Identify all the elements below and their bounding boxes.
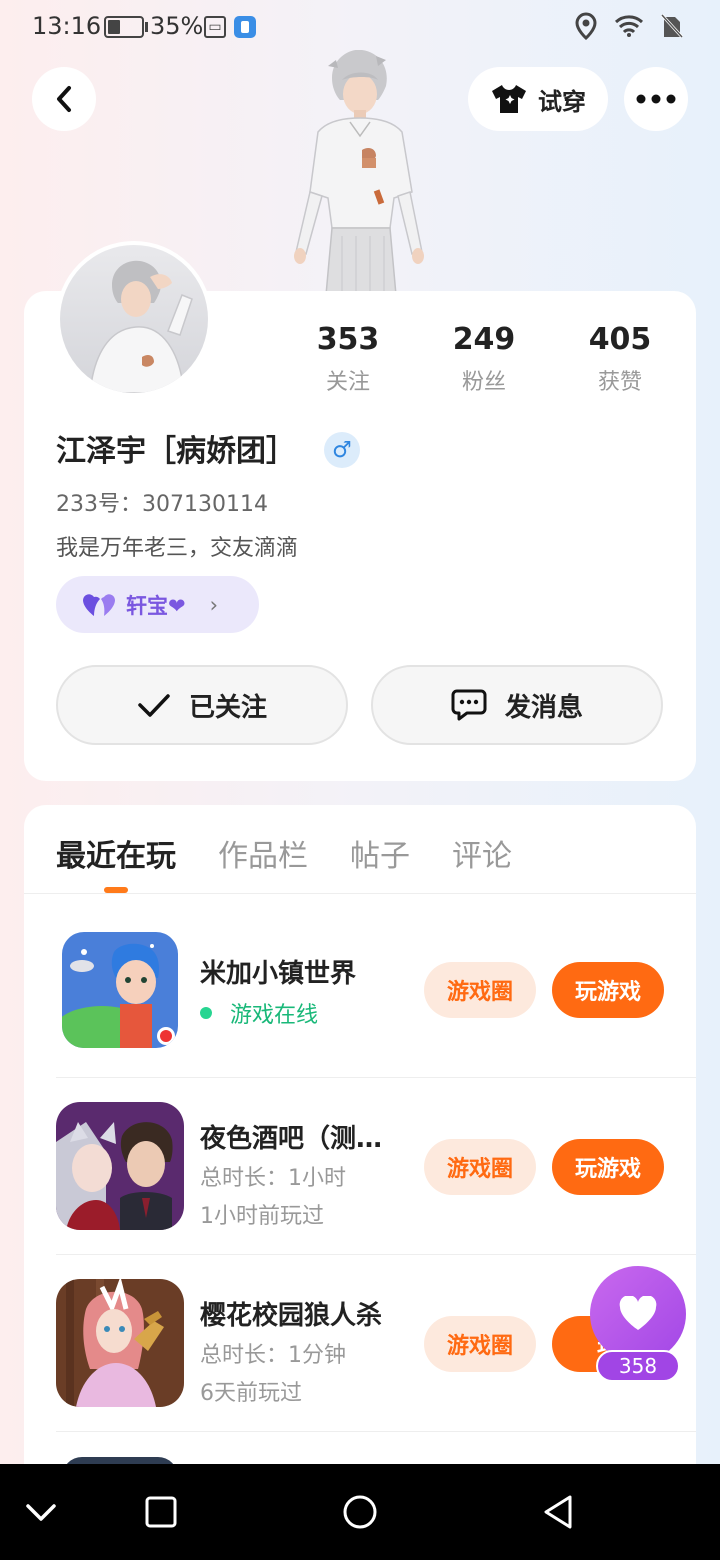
cp-relationship-pill[interactable]: 轩宝❤ › (56, 576, 259, 633)
send-message-label: 发消息 (504, 692, 583, 723)
avatar-character-figure[interactable] (280, 50, 440, 295)
stat-label: 粉丝 (461, 370, 506, 395)
back-button[interactable] (32, 67, 96, 131)
back-triangle-icon[interactable] (540, 1492, 576, 1532)
battery-nub (145, 22, 148, 32)
last-played: 1小时前玩过 (200, 1204, 324, 1229)
game-circle-button[interactable]: 游戏圈 (424, 1139, 536, 1195)
battery-percent: 35% (150, 12, 204, 40)
online-status-text: 游戏在线 (230, 1003, 319, 1028)
game-title: 米加小镇世界 (200, 959, 357, 989)
stat-label: 关注 (325, 370, 370, 395)
user-id[interactable]: 233号：307130114 (56, 486, 268, 518)
online-status: 游戏在线 (200, 997, 318, 1029)
game-circle-button[interactable]: 游戏圈 (424, 962, 536, 1018)
more-dots-icon (636, 94, 676, 104)
game-circle-button[interactable]: 游戏圈 (424, 1316, 536, 1372)
status-bar: 13:16 35% ▭ (0, 0, 720, 56)
list-item[interactable]: 米加小镇世界 游戏在线 游戏圈 玩游戏 (56, 901, 696, 1078)
tab-works[interactable]: 作品栏 (218, 831, 308, 875)
last-played: 6天前玩过 (200, 1381, 302, 1406)
floating-like-button[interactable] (590, 1266, 686, 1362)
stat-value: 249 (452, 322, 516, 357)
chevron-left-icon (57, 86, 71, 112)
game-icon-night-bar (56, 1102, 184, 1230)
chat-bubble-icon (451, 689, 487, 721)
tab-comments[interactable]: 评论 (452, 831, 512, 875)
cp-name: 轩宝❤ (126, 593, 186, 618)
home-icon[interactable] (342, 1492, 378, 1532)
battery-icon (104, 16, 144, 38)
stat-followers[interactable]: 249 粉丝 (416, 322, 552, 396)
screenshot-icon: ▭ (204, 16, 226, 38)
stat-likes[interactable]: 405 获赞 (552, 322, 688, 396)
play-duration: 总时长：1分钟 (200, 1343, 346, 1368)
tab-posts[interactable]: 帖子 (350, 831, 410, 875)
online-dot-icon (200, 1007, 212, 1019)
game-icon-sakura-werewolf (56, 1279, 184, 1407)
shirt-icon (492, 85, 526, 113)
play-duration: 总时长：1小时 (200, 1166, 346, 1191)
divider (56, 1431, 696, 1432)
profile-tabs: 最近在玩 作品栏 帖子 评论 (56, 831, 512, 875)
activity-card: 最近在玩 作品栏 帖子 评论 米加小镇世界 游戏在线 游戏圈 玩游戏 夜色酒吧（… (24, 805, 696, 1505)
wifi-icon (614, 15, 644, 37)
location-icon (575, 12, 597, 40)
status-right-icons (574, 12, 684, 40)
send-message-button[interactable]: 发消息 (371, 665, 663, 745)
tab-recently-played[interactable]: 最近在玩 (56, 831, 176, 875)
try-on-label: 试穿 (538, 87, 586, 116)
game-title: 夜色酒吧（测… (200, 1124, 383, 1154)
followed-button[interactable]: 已关注 (56, 665, 348, 745)
like-count-badge: 358 (596, 1350, 680, 1382)
profile-stats: 353 关注 249 粉丝 405 获赞 (280, 322, 688, 396)
male-gender-icon: ♂ (324, 432, 360, 468)
status-time: 13:16 (32, 12, 102, 40)
avatar-portrait (89, 260, 193, 393)
followed-label: 已关注 (188, 692, 267, 723)
avatar[interactable] (56, 241, 212, 397)
play-game-button[interactable]: 玩游戏 (552, 1139, 664, 1195)
checkmark-icon (138, 694, 170, 717)
more-button[interactable] (624, 67, 688, 131)
play-game-button[interactable]: 玩游戏 (552, 962, 664, 1018)
profile-name: 江泽宇［病娇团］ (56, 434, 296, 469)
game-icon-mega-town (62, 932, 178, 1048)
no-sim-icon (660, 13, 684, 39)
system-navigation-bar (0, 1464, 720, 1560)
stat-label: 获赞 (597, 370, 642, 395)
game-title: 樱花校园狼人杀 (200, 1301, 383, 1331)
list-item[interactable]: 夜色酒吧（测… 总时长：1小时 1小时前玩过 游戏圈 玩游戏 (56, 1078, 696, 1255)
profile-bio: 我是万年老三，交友滴滴 (56, 536, 299, 561)
hide-keyboard-chevron-icon[interactable] (24, 1492, 58, 1532)
chevron-right-icon: › (209, 592, 219, 617)
divider (24, 893, 696, 894)
stat-value: 353 (316, 322, 380, 357)
app-notification-icon (234, 16, 256, 38)
heart-icon (619, 1296, 657, 1330)
try-on-button[interactable]: 试穿 (468, 67, 608, 131)
couple-hearts-icon (83, 593, 115, 616)
recent-apps-icon[interactable] (144, 1492, 178, 1532)
stat-value: 405 (588, 322, 652, 357)
stat-following[interactable]: 353 关注 (280, 322, 416, 396)
